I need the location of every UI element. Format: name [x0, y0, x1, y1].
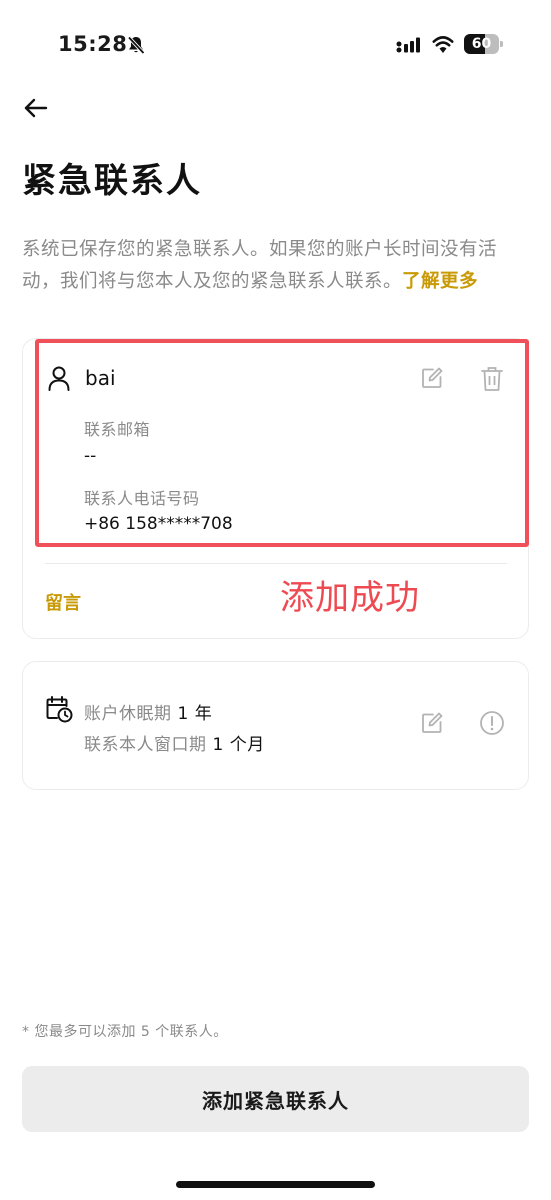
phone-label: 联系人电话号码 — [84, 489, 200, 508]
contact-name: bai — [85, 366, 116, 390]
dormancy-period: 账户休眠期 1 年 — [84, 699, 212, 724]
success-annotation: 添加成功 — [280, 578, 420, 618]
contact-window-period: 联系本人窗口期 1 个月 — [84, 730, 265, 755]
dormancy-value: 1 年 — [177, 704, 213, 724]
dormancy-label: 账户休眠期 — [84, 704, 172, 724]
add-emergency-contact-button[interactable]: 添加紧急联系人 — [22, 1066, 529, 1132]
battery-indicator: 60 — [464, 34, 504, 54]
person-icon — [48, 366, 70, 391]
description-text: 系统已保存您的紧急联系人。如果您的账户长时间没有活动，我们将与您本人及您的紧急联… — [22, 234, 522, 298]
status-time: 15:28 — [58, 32, 128, 56]
card-divider — [45, 563, 507, 564]
arrow-left-icon — [24, 98, 48, 118]
period-settings-card: 账户休眠期 1 年 联系本人窗口期 1 个月 — [22, 661, 529, 790]
phone-value: +86 158*****708 — [84, 514, 233, 534]
window-value: 1 个月 — [212, 735, 265, 755]
battery-level: 60 — [471, 36, 492, 52]
learn-more-link[interactable]: 了解更多 — [402, 271, 478, 292]
calendar-clock-icon — [46, 696, 73, 723]
edit-period-icon[interactable] — [420, 711, 444, 735]
window-label: 联系本人窗口期 — [84, 735, 207, 755]
info-icon[interactable] — [479, 710, 505, 736]
contact-limit-note: * 您最多可以添加 5 个联系人。 — [22, 1024, 228, 1040]
email-value: -- — [84, 446, 97, 466]
wifi-icon — [432, 36, 454, 53]
status-bar: 15:28 60 — [0, 0, 551, 90]
trash-icon[interactable] — [480, 366, 504, 392]
contact-name-row: bai — [47, 365, 116, 391]
back-button[interactable] — [20, 92, 52, 124]
cellular-signal-icon — [396, 37, 420, 53]
contact-card: bai 联系邮箱 -- 联系人电话号码 +86 158*****708 留言 — [22, 338, 529, 639]
page-title: 紧急联系人 — [22, 161, 202, 201]
bell-muted-icon — [127, 36, 145, 55]
email-label: 联系邮箱 — [84, 420, 151, 439]
edit-contact-icon[interactable] — [420, 366, 444, 390]
message-link[interactable]: 留言 — [45, 589, 81, 615]
home-indicator — [176, 1181, 375, 1188]
